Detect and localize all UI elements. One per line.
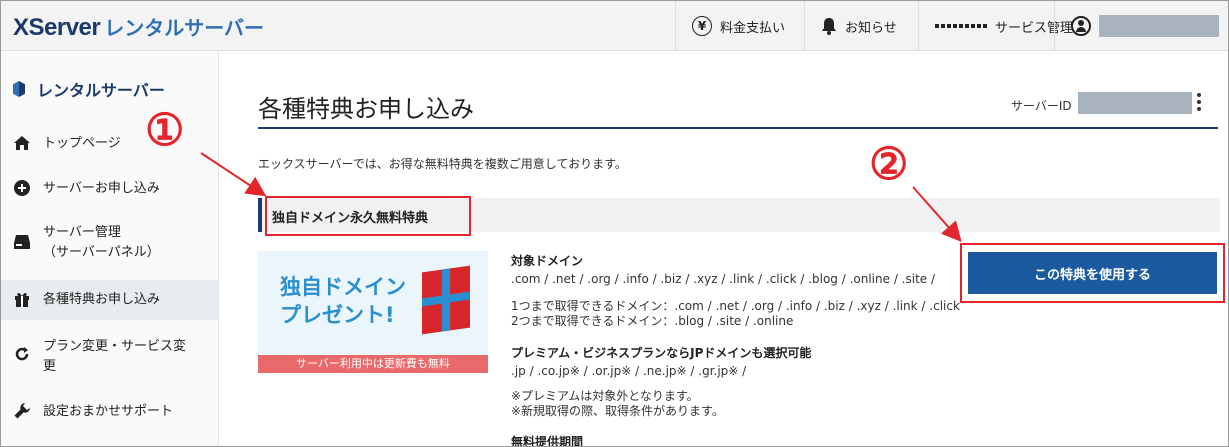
title-divider — [258, 127, 1218, 129]
sidebar-item-top[interactable]: トップページ — [1, 134, 218, 174]
annotation-marker-1: ① — [145, 105, 185, 156]
server-id-label: サーバーID — [1011, 99, 1072, 113]
wrench-icon — [13, 402, 31, 420]
domain-list: .com / .net / .org / .info / .biz / .xyz… — [511, 272, 936, 286]
user-icon — [1071, 16, 1091, 36]
sidebar-title: レンタルサーバー — [13, 77, 165, 101]
sidebar: レンタルサーバー トップページ サーバーお申し込み サーバー管理 （サーバーパネ… — [1, 52, 219, 446]
banner-line2: プレゼント! — [280, 303, 395, 327]
premium-heading: プレミアム・ビジネスプランならJPドメインも選択可能 — [511, 346, 812, 360]
cube-icon — [13, 81, 25, 97]
domain-heading: 対象ドメイン — [511, 254, 584, 268]
period-heading: 無料提供期間 — [511, 435, 584, 447]
domain-present-banner: 独自ドメイン プレゼント! サーバー利用中は更新費も無料 — [258, 251, 488, 373]
home-icon — [13, 134, 31, 152]
kebab-menu-icon[interactable] — [1196, 93, 1202, 114]
jp-domain-list: .jp / .co.jp※ / .or.jp※ / .ne.jp※ / .gr.… — [511, 364, 747, 378]
top-header: XServer レンタルサーバー ¥ 料金支払い お知らせ サービス管理 — [1, 1, 1228, 51]
refresh-icon — [13, 345, 31, 363]
account-nav-item[interactable] — [1054, 1, 1228, 51]
payment-nav-item[interactable]: ¥ 料金支払い — [675, 1, 801, 51]
two-domain-text: 2つまで取得できるドメイン：.blog / .site / .online — [511, 314, 794, 328]
masked-username — [1099, 15, 1219, 37]
note-conditions: ※新規取得の際、取得条件があります。 — [511, 404, 724, 418]
plus-circle-icon — [13, 179, 31, 197]
highlight-box-1 — [265, 196, 471, 236]
gift-icon — [13, 290, 31, 308]
server-icon — [13, 233, 31, 251]
gift-box-icon — [422, 265, 470, 335]
bell-icon — [821, 17, 837, 35]
banner-line1: 独自ドメイン — [280, 275, 406, 299]
server-id-masked[interactable] — [1078, 92, 1192, 114]
sidebar-item-plan-change[interactable]: プラン変更・サービス変 更 — [1, 337, 218, 387]
sidebar-item-benefits[interactable]: 各種特典お申し込み — [1, 280, 218, 320]
highlight-box-2 — [960, 243, 1225, 303]
sidebar-item-server-apply[interactable]: サーバーお申し込み — [1, 179, 218, 219]
notice-label: お知らせ — [845, 20, 897, 36]
banner-footer: サーバー利用中は更新費も無料 — [258, 355, 488, 373]
sidebar-item-server-manage[interactable]: サーバー管理 （サーバーパネル） — [1, 223, 218, 273]
annotation-marker-2: ② — [869, 139, 909, 190]
yen-icon: ¥ — [692, 16, 712, 36]
xserver-logo[interactable]: XServer レンタルサーバー — [13, 12, 264, 42]
page-title: 各種特典お申し込み — [258, 95, 474, 123]
notice-nav-item[interactable]: お知らせ — [804, 1, 913, 51]
grid-icon — [935, 24, 987, 28]
browser-frame: XServer レンタルサーバー ¥ 料金支払い お知らせ サービス管理 レンタル… — [0, 0, 1229, 447]
payment-label: 料金支払い — [720, 20, 786, 36]
intro-text: エックスサーバーでは、お得な無料特典を複数ご用意しております。 — [258, 157, 627, 171]
sidebar-item-support[interactable]: 設定おまかせサポート — [1, 402, 218, 442]
